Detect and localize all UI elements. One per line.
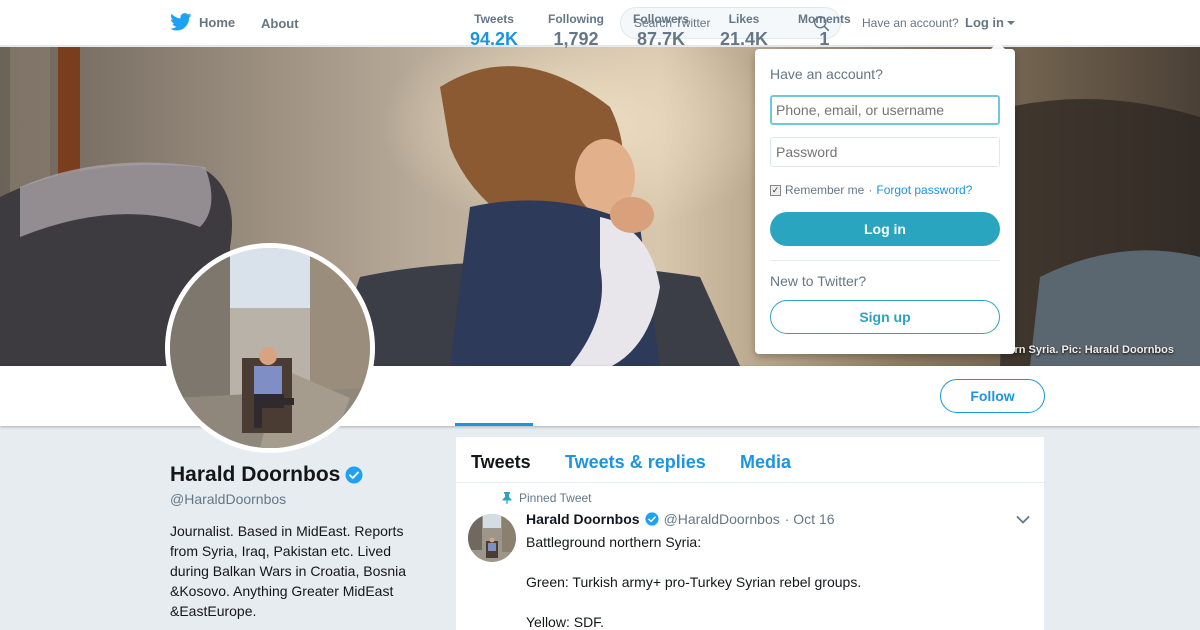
stat-label: Likes (728, 12, 760, 26)
verified-badge-icon (345, 466, 363, 484)
password-field[interactable] (770, 137, 1000, 167)
stat-likes[interactable]: Likes 21.4K (720, 12, 768, 50)
timeline-tabs: Tweets Tweets & replies Media (456, 437, 1044, 483)
stat-label: Moments (798, 12, 851, 26)
pin-icon (502, 492, 512, 504)
tab-media[interactable]: Media (740, 452, 791, 473)
tweet-line (526, 552, 1026, 572)
chevron-down-icon[interactable] (1016, 515, 1030, 525)
stat-value: 1 (819, 29, 830, 49)
tweet-text: Battleground northern Syria: Green: Turk… (526, 532, 1026, 630)
nav-about[interactable]: About (261, 16, 299, 31)
remember-checkbox[interactable]: ✓ (770, 184, 781, 196)
username-field[interactable] (770, 95, 1000, 125)
stat-value: 87.7K (636, 29, 686, 49)
stat-value: 1,792 (553, 29, 599, 49)
stat-value: 94.2K (470, 29, 519, 49)
tweet-avatar[interactable] (468, 514, 516, 562)
tweet-line: Yellow: SDF. (526, 614, 605, 630)
stat-following[interactable]: Following 1,792 (548, 12, 604, 50)
forgot-password-link[interactable]: Forgot password? (876, 183, 972, 197)
tweet-line (526, 592, 1026, 612)
tweet-line: Battleground northern Syria: (526, 534, 702, 550)
nav-home[interactable]: Home (170, 13, 235, 31)
profile-avatar[interactable] (165, 243, 375, 453)
new-to-twitter-text: New to Twitter? (770, 273, 867, 289)
stat-value: 21.4K (720, 29, 769, 49)
signup-button[interactable]: Sign up (770, 300, 1000, 334)
login-menu-label: Log in (965, 15, 1004, 30)
pinned-label-text: Pinned Tweet (519, 491, 592, 505)
have-account-text: Have an account? (862, 16, 959, 30)
stat-moments[interactable]: Moments 1 (798, 12, 851, 50)
separator-dot: · (868, 183, 873, 197)
verified-badge-icon (644, 512, 659, 526)
pinned-label: Pinned Tweet (502, 491, 592, 505)
remember-label[interactable]: Remember me (785, 183, 864, 197)
caret-down-icon (1007, 20, 1015, 25)
dropdown-divider (770, 260, 1000, 261)
dropdown-title: Have an account? (770, 66, 883, 82)
active-stat-underline (455, 423, 533, 426)
avatar-image (170, 248, 370, 448)
remember-row: ✓ Remember me · Forgot password? (770, 183, 972, 197)
stat-label: Followers (633, 12, 690, 26)
tweet-date[interactable]: · Oct 16 (785, 511, 835, 527)
stat-tweets[interactable]: Tweets 94.2K (470, 12, 518, 50)
tweet-line: Green: Turkish army+ pro-Turkey Syrian r… (526, 574, 862, 590)
twitter-bird-icon (170, 13, 192, 31)
tweet-header: Harald Doornbos @HaraldDoornbos · Oct 16 (526, 511, 835, 527)
stat-label: Following (548, 12, 604, 26)
tab-tweets[interactable]: Tweets (471, 452, 531, 473)
tweet-author-name[interactable]: Harald Doornbos (526, 511, 640, 527)
follow-button[interactable]: Follow (940, 379, 1045, 413)
profile-bio: Journalist. Based in MidEast. Reports fr… (170, 523, 407, 619)
tweet-author-handle[interactable]: @HaraldDoornbos (664, 511, 780, 527)
banner-caption: rn Syria. Pic: Harald Doornbos (1014, 344, 1174, 356)
profile-name-text: Harald Doornbos (170, 463, 341, 486)
timeline: Tweets Tweets & replies Media Pinned Twe… (456, 437, 1044, 630)
profile-handle[interactable]: @HaraldDoornbos (170, 491, 286, 507)
profile-name: Harald Doornbos (170, 463, 363, 487)
tab-tweets-replies[interactable]: Tweets & replies (565, 452, 706, 473)
nav-home-label: Home (199, 14, 236, 30)
dropdown-arrow (991, 42, 1005, 49)
login-menu-button[interactable]: Log in (965, 15, 1015, 30)
login-dropdown: Have an account? ✓ Remember me · Forgot … (755, 49, 1015, 354)
stat-followers[interactable]: Followers 87.7K (633, 12, 689, 50)
tweet-avatar-image (468, 514, 516, 562)
login-button[interactable]: Log in (770, 212, 1000, 246)
stat-label: Tweets (474, 12, 514, 26)
